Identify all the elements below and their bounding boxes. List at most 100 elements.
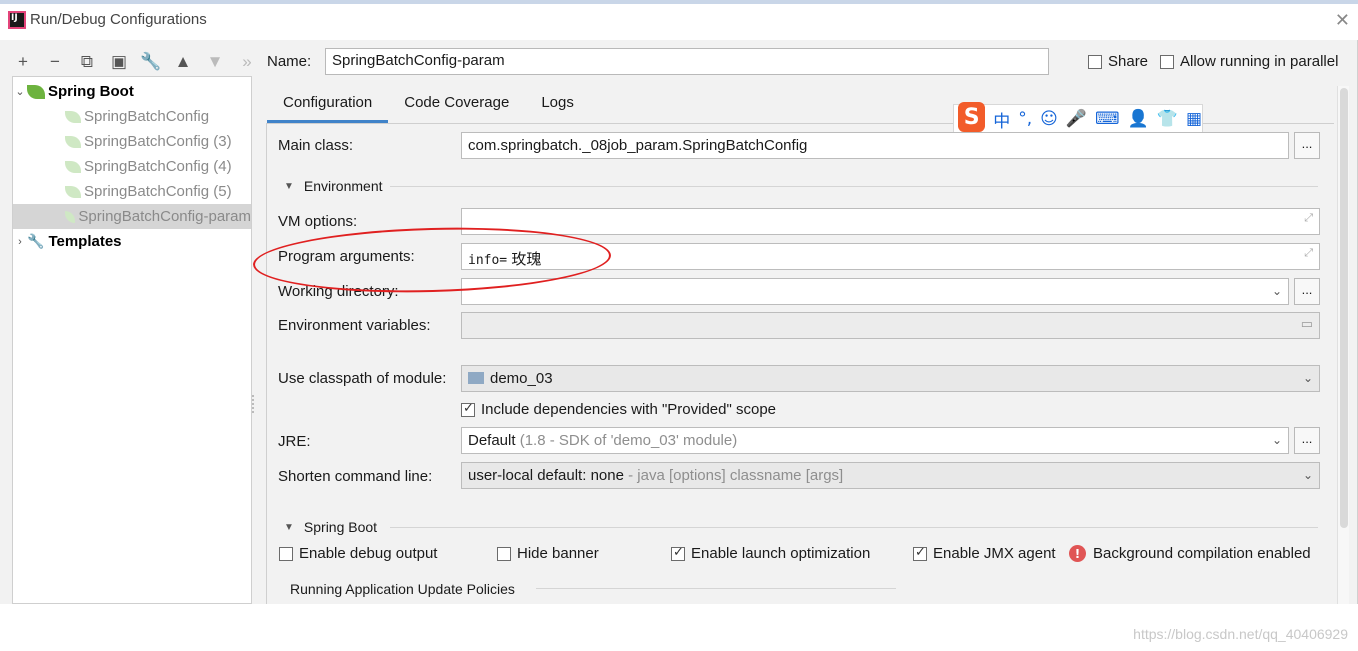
expand-icon[interactable]: ⤢ xyxy=(1304,247,1313,260)
tree-templates-label: Templates xyxy=(48,233,122,250)
name-input[interactable]: SpringBatchConfig-param xyxy=(325,48,1049,75)
copy-icon[interactable]: ⧉ xyxy=(76,51,98,73)
tree-item[interactable]: SpringBatchConfig (3) xyxy=(13,129,251,154)
env-vars-label: Environment variables: xyxy=(278,317,431,334)
browse-working-dir-button[interactable]: ... xyxy=(1294,278,1320,305)
include-provided-checkbox[interactable]: Include dependencies with "Provided" sco… xyxy=(461,401,776,418)
jre-select[interactable]: Default (1.8 - SDK of 'demo_03' module) … xyxy=(461,427,1289,454)
classpath-label: Use classpath of module: xyxy=(278,370,447,387)
section-divider xyxy=(390,527,1318,528)
main-class-input[interactable]: com.springbatch._08job_param.SpringBatch… xyxy=(461,132,1289,159)
tab-logs[interactable]: Logs xyxy=(525,88,590,123)
section-divider xyxy=(390,186,1318,187)
toolbox-icon[interactable]: ▦ xyxy=(1186,109,1202,129)
module-icon xyxy=(468,372,484,384)
environment-section[interactable]: ▼ Environment xyxy=(284,178,383,194)
triangle-down-icon[interactable]: ▼ xyxy=(284,522,294,533)
background-compilation-status: ! Background compilation enabled xyxy=(1069,545,1311,562)
chevron-right-icon[interactable]: › xyxy=(13,236,27,248)
emoji-icon[interactable]: ☺ xyxy=(1040,109,1058,129)
debug-output-checkbox[interactable]: Enable debug output xyxy=(279,545,437,562)
error-icon: ! xyxy=(1069,545,1086,562)
tree-item[interactable]: SpringBatchConfig xyxy=(13,104,251,129)
chevron-down-icon: ⌄ xyxy=(1302,468,1313,482)
config-tree: ⌄ Spring Boot SpringBatchConfig SpringBa… xyxy=(12,76,252,604)
chevron-down-icon[interactable]: ⌄ xyxy=(1272,284,1282,298)
wrench-icon[interactable]: 🔧 xyxy=(140,51,162,73)
tab-bar: Configuration Code Coverage Logs xyxy=(267,88,590,123)
spring-leaf-icon xyxy=(65,135,81,148)
configuration-panel xyxy=(266,123,1334,604)
vm-options-input[interactable]: ⤢ xyxy=(461,208,1320,235)
skin-icon[interactable]: 👕 xyxy=(1157,109,1178,129)
main-class-label: Main class: xyxy=(278,137,354,154)
jre-label: JRE: xyxy=(278,433,311,450)
tree-item[interactable]: SpringBatchConfig (4) xyxy=(13,154,251,179)
checkbox-box[interactable] xyxy=(279,546,293,561)
title-bar: Run/Debug Configurations ✕ xyxy=(0,0,1358,40)
config-toolbar: + − ⧉ ▣ 🔧 ▲ ▼ » xyxy=(12,50,258,74)
tree-group-spring-boot[interactable]: ⌄ Spring Boot xyxy=(13,79,251,104)
tree-item-selected[interactable]: SpringBatchConfig-param xyxy=(13,204,251,229)
checkbox-box[interactable] xyxy=(461,401,475,417)
folder-icon[interactable]: ▭ xyxy=(1301,316,1313,332)
expand-icon[interactable]: ⤢ xyxy=(1304,212,1313,225)
spring-leaf-icon xyxy=(65,185,81,198)
scrollbar-thumb[interactable] xyxy=(1340,88,1348,528)
wrench-icon: 🔧 xyxy=(27,233,45,249)
env-vars-input[interactable]: ▭ xyxy=(461,312,1320,339)
launch-optimization-checkbox[interactable]: Enable launch optimization xyxy=(671,545,870,562)
spring-leaf-icon xyxy=(65,210,76,223)
tree-group-templates[interactable]: › 🔧 Templates xyxy=(13,229,251,254)
chevron-down-icon: ⌄ xyxy=(1271,433,1282,447)
keyboard-icon[interactable]: ⌨ xyxy=(1095,109,1120,129)
checkbox-box[interactable] xyxy=(671,545,685,561)
add-icon[interactable]: + xyxy=(12,51,34,73)
save-icon[interactable]: ▣ xyxy=(108,51,130,73)
checkbox-box[interactable] xyxy=(913,545,927,561)
tab-configuration[interactable]: Configuration xyxy=(267,88,389,123)
tab-code-coverage[interactable]: Code Coverage xyxy=(388,88,525,123)
spring-boot-section[interactable]: ▼ Spring Boot xyxy=(284,519,377,535)
browse-main-class-button[interactable]: ... xyxy=(1294,132,1320,159)
remove-icon[interactable]: − xyxy=(44,51,66,73)
run-debug-dialog: Run/Debug Configurations ✕ + − ⧉ ▣ 🔧 ▲ ▼… xyxy=(0,0,1358,604)
move-down-icon[interactable]: ▼ xyxy=(204,51,226,73)
shorten-select[interactable]: user-local default: none - java [options… xyxy=(461,462,1320,489)
shorten-label: Shorten command line: xyxy=(278,468,433,485)
watermark: https://blog.csdn.net/qq_40406929 xyxy=(1133,626,1348,642)
user-icon[interactable]: 👤 xyxy=(1128,109,1149,129)
tree-group-label: Spring Boot xyxy=(48,83,134,100)
chevron-down-icon: ⌄ xyxy=(1302,371,1313,385)
name-label: Name: xyxy=(267,53,312,70)
vertical-scrollbar[interactable] xyxy=(1337,86,1349,604)
hide-banner-checkbox[interactable]: Hide banner xyxy=(497,545,599,562)
intellij-logo-icon xyxy=(8,11,26,29)
checkbox-box[interactable] xyxy=(1160,54,1174,69)
browse-jre-button[interactable]: ... xyxy=(1294,427,1320,454)
allow-parallel-checkbox[interactable]: Allow running in parallel xyxy=(1160,53,1338,70)
window-title: Run/Debug Configurations xyxy=(30,11,207,28)
checkbox-box[interactable] xyxy=(1088,54,1102,69)
splitter-handle[interactable] xyxy=(252,395,256,413)
spring-boot-icon xyxy=(27,84,45,99)
punctuation-icon[interactable]: °, xyxy=(1018,109,1032,129)
vm-options-label: VM options: xyxy=(278,213,358,230)
share-checkbox[interactable]: Share xyxy=(1088,53,1148,70)
chinese-mode-icon[interactable]: 中 xyxy=(993,107,1010,132)
triangle-down-icon[interactable]: ▼ xyxy=(284,181,294,192)
section-divider xyxy=(536,588,896,589)
chevron-down-icon[interactable]: ⌄ xyxy=(13,85,27,98)
close-icon[interactable]: ✕ xyxy=(1335,10,1350,31)
tree-item[interactable]: SpringBatchConfig (5) xyxy=(13,179,251,204)
sogou-logo-icon[interactable]: S xyxy=(958,102,986,132)
working-dir-input[interactable]: ⌄ xyxy=(461,278,1289,305)
move-up-icon[interactable]: ▲ xyxy=(172,51,194,73)
classpath-select[interactable]: demo_03 ⌄ xyxy=(461,365,1320,392)
more-icon[interactable]: » xyxy=(236,51,258,73)
spring-leaf-icon xyxy=(65,110,81,123)
microphone-icon[interactable]: 🎤 xyxy=(1066,109,1087,129)
checkbox-box[interactable] xyxy=(497,546,511,561)
jmx-agent-checkbox[interactable]: Enable JMX agent xyxy=(913,545,1056,562)
spring-leaf-icon xyxy=(65,160,81,173)
